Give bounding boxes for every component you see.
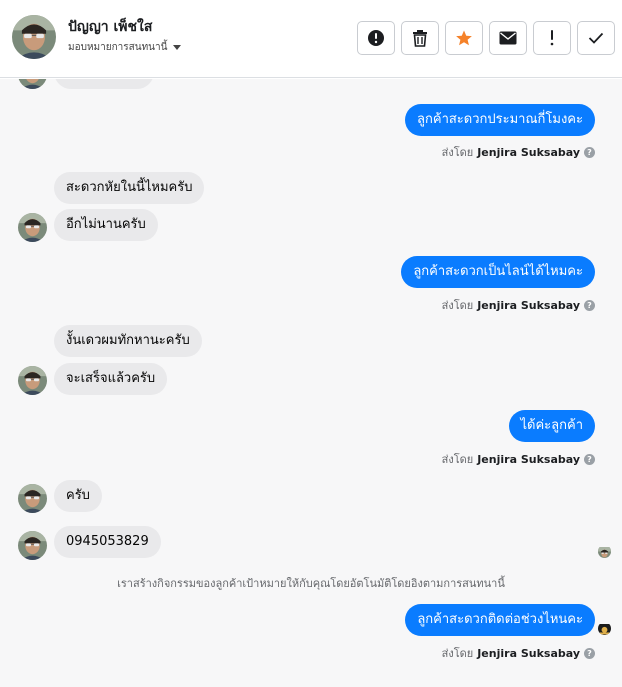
- help-icon[interactable]: ?: [584, 453, 595, 465]
- follow-up-button[interactable]: [533, 21, 571, 55]
- conversation-header: ปัญญา เพ็ชใส มอบหมายการสนทนานี้: [0, 0, 622, 78]
- customer-avatar: [18, 366, 47, 395]
- sent-by-agent: Jenjira Suksabay: [477, 452, 580, 466]
- envelope-icon: [499, 31, 517, 45]
- message-bubble: สะดวกหัยในนี้ไหมครับ: [54, 172, 205, 204]
- contact-avatar[interactable]: [12, 15, 56, 59]
- customer-avatar: [18, 213, 47, 242]
- star-button[interactable]: [445, 21, 483, 55]
- trash-icon: [413, 30, 427, 47]
- sent-by-label: ส่งโดย Jenjira Suksabay ?: [442, 450, 595, 468]
- sent-by-label: ส่งโดย Jenjira Suksabay ?: [442, 143, 595, 161]
- sent-by-agent: Jenjira Suksabay: [477, 145, 580, 159]
- seen-indicator-avatar: [598, 545, 611, 558]
- message-bubble: งั้นเดวผมทักหานะครับ: [54, 325, 202, 357]
- sent-by-agent: Jenjira Suksabay: [477, 298, 580, 312]
- message-bubble: ได้ค่ะลูกค้า: [508, 410, 595, 442]
- system-note: เราสร้างกิจกรรมของลูกค้าเป้าหมายให้กับคุ…: [117, 577, 505, 590]
- assign-label: มอบหมายการสนทนานี้: [68, 42, 168, 53]
- delete-button[interactable]: [401, 21, 439, 55]
- customer-avatar: [18, 531, 47, 560]
- star-icon: [456, 30, 472, 46]
- exclamation-icon: [550, 30, 554, 46]
- help-icon[interactable]: ?: [584, 299, 595, 311]
- message-bubble: อีกไม่นานครับ: [54, 209, 158, 241]
- customer-avatar: [18, 79, 47, 89]
- toolbar: [357, 21, 615, 55]
- sent-by-label: ส่งโดย Jenjira Suksabay ?: [442, 296, 595, 314]
- message-bubble: ลูกค้าสะดวกติดต่อช่วงไหนคะ: [405, 604, 595, 636]
- check-icon: [588, 32, 604, 44]
- contact-name[interactable]: ปัญญา เพ็ชใส: [68, 16, 152, 38]
- sent-by-prefix: ส่งโดย: [441, 299, 474, 312]
- sent-by-agent: Jenjira Suksabay: [477, 646, 580, 660]
- sent-by-prefix: ส่งโดย: [441, 647, 474, 660]
- done-button[interactable]: [577, 21, 615, 55]
- caret-down-icon: [173, 45, 182, 50]
- agent-avatar: [598, 622, 611, 635]
- message-bubble: ครับ: [54, 480, 102, 512]
- message-thread[interactable]: ลูกค้าสะดวกประมาณกี่โมงคะ ส่งโดย Jenjira…: [0, 79, 622, 687]
- mark-unread-button[interactable]: [489, 21, 527, 55]
- help-icon[interactable]: ?: [584, 647, 595, 659]
- assign-conversation-dropdown[interactable]: มอบหมายการสนทนานี้: [68, 40, 182, 55]
- alert-circle-icon: [368, 30, 384, 46]
- customer-avatar: [18, 484, 47, 513]
- help-icon[interactable]: ?: [584, 146, 595, 158]
- message-bubble: 0945053829: [54, 526, 161, 558]
- spam-button[interactable]: [357, 21, 395, 55]
- message-bubble-clipped: [54, 79, 154, 89]
- message-bubble: จะเสร็จแล้วครับ: [54, 363, 168, 395]
- message-bubble: ลูกค้าสะดวกประมาณกี่โมงคะ: [405, 104, 595, 136]
- sent-by-prefix: ส่งโดย: [441, 453, 474, 466]
- sent-by-prefix: ส่งโดย: [441, 146, 474, 159]
- message-bubble: ลูกค้าสะดวกเป็นไลน์ได้ไหมคะ: [401, 256, 595, 288]
- sent-by-label: ส่งโดย Jenjira Suksabay ?: [442, 644, 595, 662]
